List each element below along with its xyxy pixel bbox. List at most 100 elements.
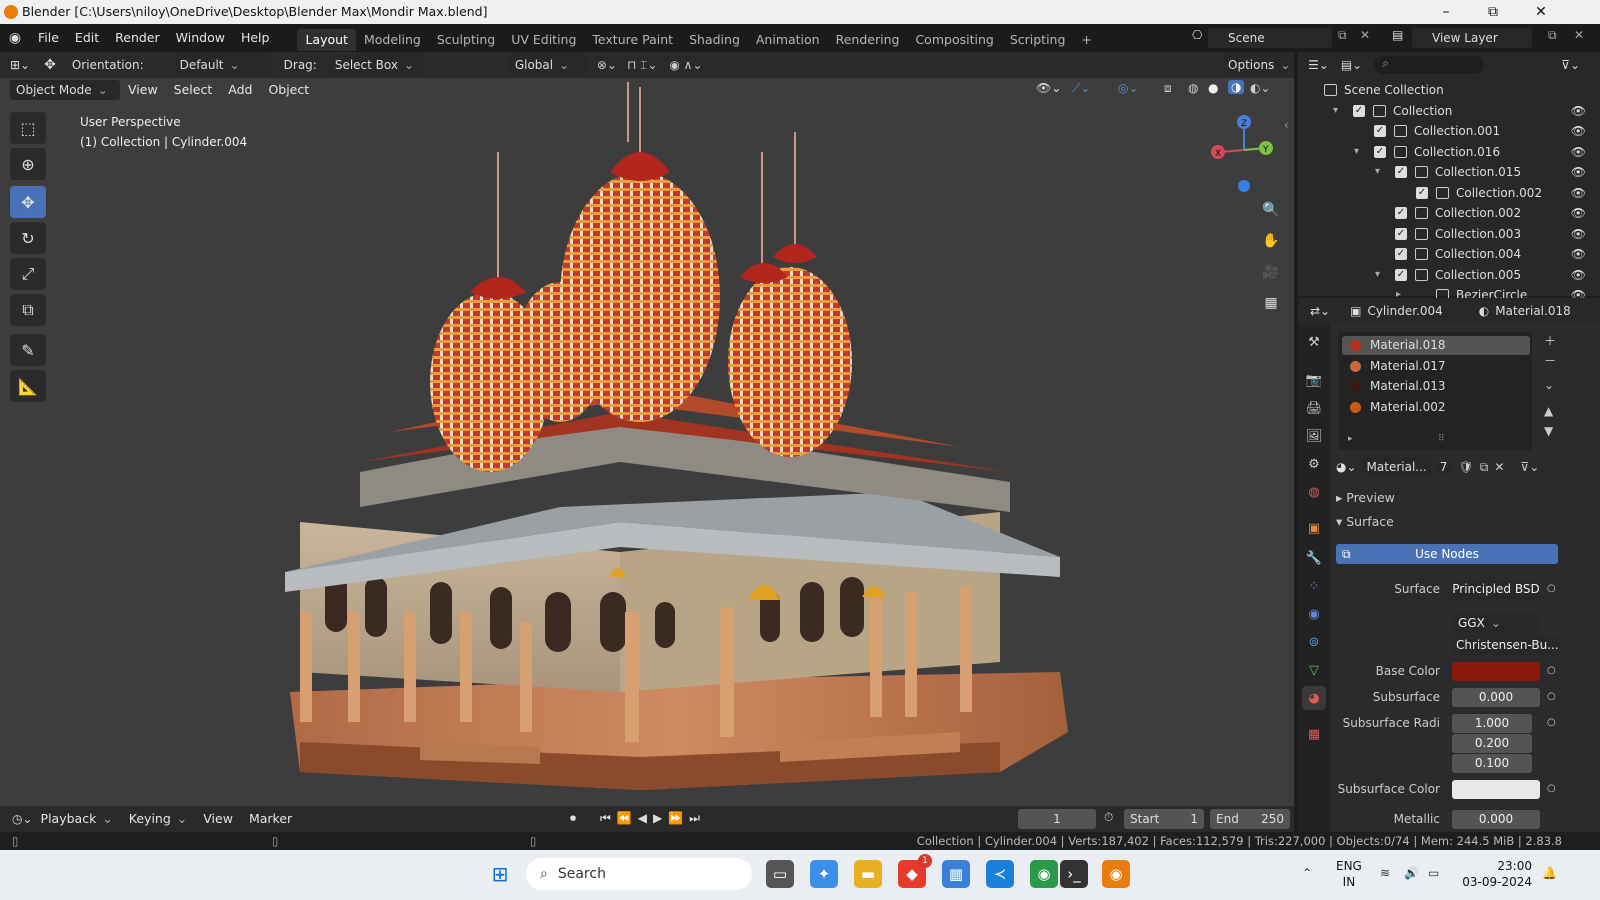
cursor-tool[interactable]: ⊕ [10, 148, 46, 180]
tab-scripting[interactable]: Scripting [1002, 29, 1074, 51]
xray-icon[interactable]: ⧈ [1164, 81, 1172, 96]
drag-dropdown[interactable]: Select Box [328, 55, 423, 75]
exclude-checkbox[interactable]: ✓ [1374, 125, 1386, 137]
surface-shader-field[interactable]: Principled BSD [1452, 580, 1540, 599]
transform-tool-icon[interactable]: ✥ [44, 57, 56, 73]
outliner-row[interactable]: ✓ Collection.004 👁 [1298, 244, 1600, 264]
outliner-row[interactable]: ✓ Collection.003 👁 [1298, 224, 1600, 244]
annotate-tool[interactable]: ✎ [10, 334, 46, 366]
visibility-icon[interactable]: 👁⌄ [1036, 81, 1061, 95]
modifier-tab-icon[interactable]: 🔧 [1302, 546, 1326, 570]
view-layer-tab-icon[interactable]: 🖼 [1302, 424, 1326, 448]
tab-animation[interactable]: Animation [748, 29, 828, 51]
subsurface-radius-x[interactable]: 1.000 [1452, 714, 1532, 733]
move-down-icon[interactable]: ▼ [1544, 424, 1553, 438]
tab-uv-editing[interactable]: UV Editing [503, 29, 584, 51]
vscode-icon[interactable]: ≺ [986, 860, 1014, 888]
battery-icon[interactable]: ▭ [1428, 866, 1439, 880]
transform-orientation-dropdown[interactable]: Global [508, 55, 587, 75]
subsurface-method-dropdown[interactable]: Christensen-Bu... [1452, 636, 1558, 655]
select-box-tool[interactable]: ⬚ [10, 112, 46, 144]
expand-arrow-icon[interactable]: ▾ [1375, 265, 1380, 285]
exclude-checkbox[interactable]: ✓ [1395, 227, 1407, 240]
outliner-row[interactable]: Scene Collection [1298, 80, 1600, 100]
menu-help[interactable]: Help [233, 24, 278, 52]
subsurface-radius-y[interactable]: 0.200 [1452, 734, 1532, 753]
tab-compositing[interactable]: Compositing [907, 29, 1001, 51]
add-workspace-button[interactable]: + [1073, 29, 1099, 51]
tab-sculpting[interactable]: Sculpting [429, 29, 503, 51]
exclude-checkbox[interactable]: ✓ [1395, 268, 1407, 281]
object-tab-icon[interactable]: ▣ [1302, 516, 1326, 540]
material-name-field[interactable]: Material... [1362, 457, 1431, 477]
minimize-button[interactable]: – [1423, 0, 1469, 24]
terminal-icon[interactable]: ›_ [1060, 860, 1088, 888]
outliner-search-input[interactable]: ⌕ [1374, 56, 1485, 74]
subsurface-color-swatch[interactable] [1452, 780, 1540, 799]
menu-playback[interactable]: Playback [33, 806, 121, 832]
taskbar-search-box[interactable]: ⌕ Search [526, 858, 752, 890]
outliner-row[interactable]: ▾ ✓ Collection.016 👁 [1298, 142, 1600, 162]
material-shading-icon[interactable]: ◑ [1228, 80, 1245, 94]
material-browse-icon[interactable]: ◕⌄ [1336, 460, 1357, 474]
fake-user-icon[interactable]: 🛡 [1459, 460, 1474, 474]
expand-arrow-icon[interactable]: ▾ [1354, 142, 1359, 162]
overlay-toggle-icon[interactable]: ◎⌄ [1118, 81, 1139, 95]
exclude-checkbox[interactable]: ✓ [1395, 207, 1407, 219]
distribution-dropdown[interactable]: GGX [1452, 614, 1540, 633]
material-slot[interactable]: Material.002 [1342, 398, 1530, 417]
eye-icon[interactable]: 👁 [1571, 101, 1586, 121]
surface-socket-icon[interactable]: ○ [1547, 583, 1556, 594]
scale-tool[interactable]: ⤢ [10, 258, 46, 290]
language-indicator[interactable]: ENG IN [1336, 858, 1362, 890]
ortho-grid-icon[interactable]: ▦ [1258, 290, 1284, 316]
tab-shading[interactable]: Shading [681, 29, 748, 51]
3d-viewport[interactable]: ⊞⌄ ✥ Orientation: Default Drag: Select B… [0, 52, 1294, 806]
menu-edit[interactable]: Edit [67, 24, 107, 52]
subsurface-color-socket-icon[interactable]: ○ [1547, 783, 1556, 794]
proportional-edit-icon[interactable]: ◉ ∧⌄ [669, 58, 702, 72]
material-slot[interactable]: Material.018 [1342, 336, 1530, 355]
file-explorer-icon[interactable]: ▬ [854, 860, 882, 888]
remove-slot-icon[interactable]: － [1544, 352, 1556, 369]
outliner-row[interactable]: ✓ Collection.002 👁 [1298, 203, 1600, 223]
current-frame-field[interactable]: 1 [1018, 809, 1096, 829]
options-dropdown[interactable]: Options [1222, 55, 1288, 75]
constraints-tab-icon[interactable]: ⊚ [1302, 630, 1326, 654]
wifi-icon[interactable]: ≋ [1380, 866, 1390, 880]
task-view-icon[interactable]: ▭ [766, 860, 794, 888]
world-tab-icon[interactable]: ◍ [1302, 480, 1326, 504]
expand-icon[interactable]: ▸ [1348, 434, 1353, 444]
slot-menu-icon[interactable]: ⌄ [1544, 378, 1554, 392]
tab-modeling[interactable]: Modeling [356, 29, 429, 51]
navigation-gizmo[interactable]: Z X Y [1208, 112, 1282, 196]
clock-icon[interactable]: ⏱ [1104, 810, 1113, 825]
eye-icon[interactable]: 👁 [1571, 183, 1586, 203]
hidden-icons-chevron[interactable]: ⌃ [1302, 866, 1312, 880]
subsurface-field[interactable]: 0.000 [1452, 688, 1540, 707]
eye-icon[interactable]: 👁 [1571, 244, 1586, 264]
menu-keying[interactable]: Keying [121, 806, 195, 832]
clock[interactable]: 23:00 03-09-2024 [1462, 858, 1532, 890]
resize-handle-icon[interactable]: ⠿ [1438, 434, 1445, 444]
blender-menu-icon[interactable]: ◉ [0, 30, 30, 46]
base-color-socket-icon[interactable]: ○ [1547, 665, 1556, 676]
blender-taskbar-icon[interactable]: ◉ [1102, 860, 1130, 888]
outliner-editor-icon[interactable]: ☰⌄ [1308, 58, 1329, 72]
base-color-swatch[interactable] [1452, 662, 1540, 681]
eye-icon[interactable]: 👁 [1571, 265, 1586, 285]
outliner-row[interactable]: ▾ ✓ Collection.015 👁 [1298, 162, 1600, 182]
outliner-row[interactable]: ▾ ✓ Collection 👁 [1298, 101, 1600, 121]
menu-marker[interactable]: Marker [241, 806, 300, 832]
outliner-row[interactable]: ✓ Collection.002 👁 [1298, 183, 1600, 203]
exclude-checkbox[interactable]: ✓ [1353, 104, 1365, 117]
notification-bell-icon[interactable]: 🔔 [1542, 866, 1557, 880]
use-nodes-button[interactable]: ⧉ Use Nodes [1336, 544, 1558, 564]
new-view-layer-icon[interactable]: ⧉ [1548, 28, 1557, 43]
copilot-icon[interactable]: ✦ [810, 860, 838, 888]
eye-icon[interactable]: 👁 [1571, 121, 1586, 141]
render-tab-icon[interactable]: 📷 [1302, 368, 1326, 392]
measure-tool[interactable]: 📐 [10, 370, 46, 402]
subsurface-radius-z[interactable]: 0.100 [1452, 754, 1532, 773]
tab-texture-paint[interactable]: Texture Paint [584, 29, 681, 51]
